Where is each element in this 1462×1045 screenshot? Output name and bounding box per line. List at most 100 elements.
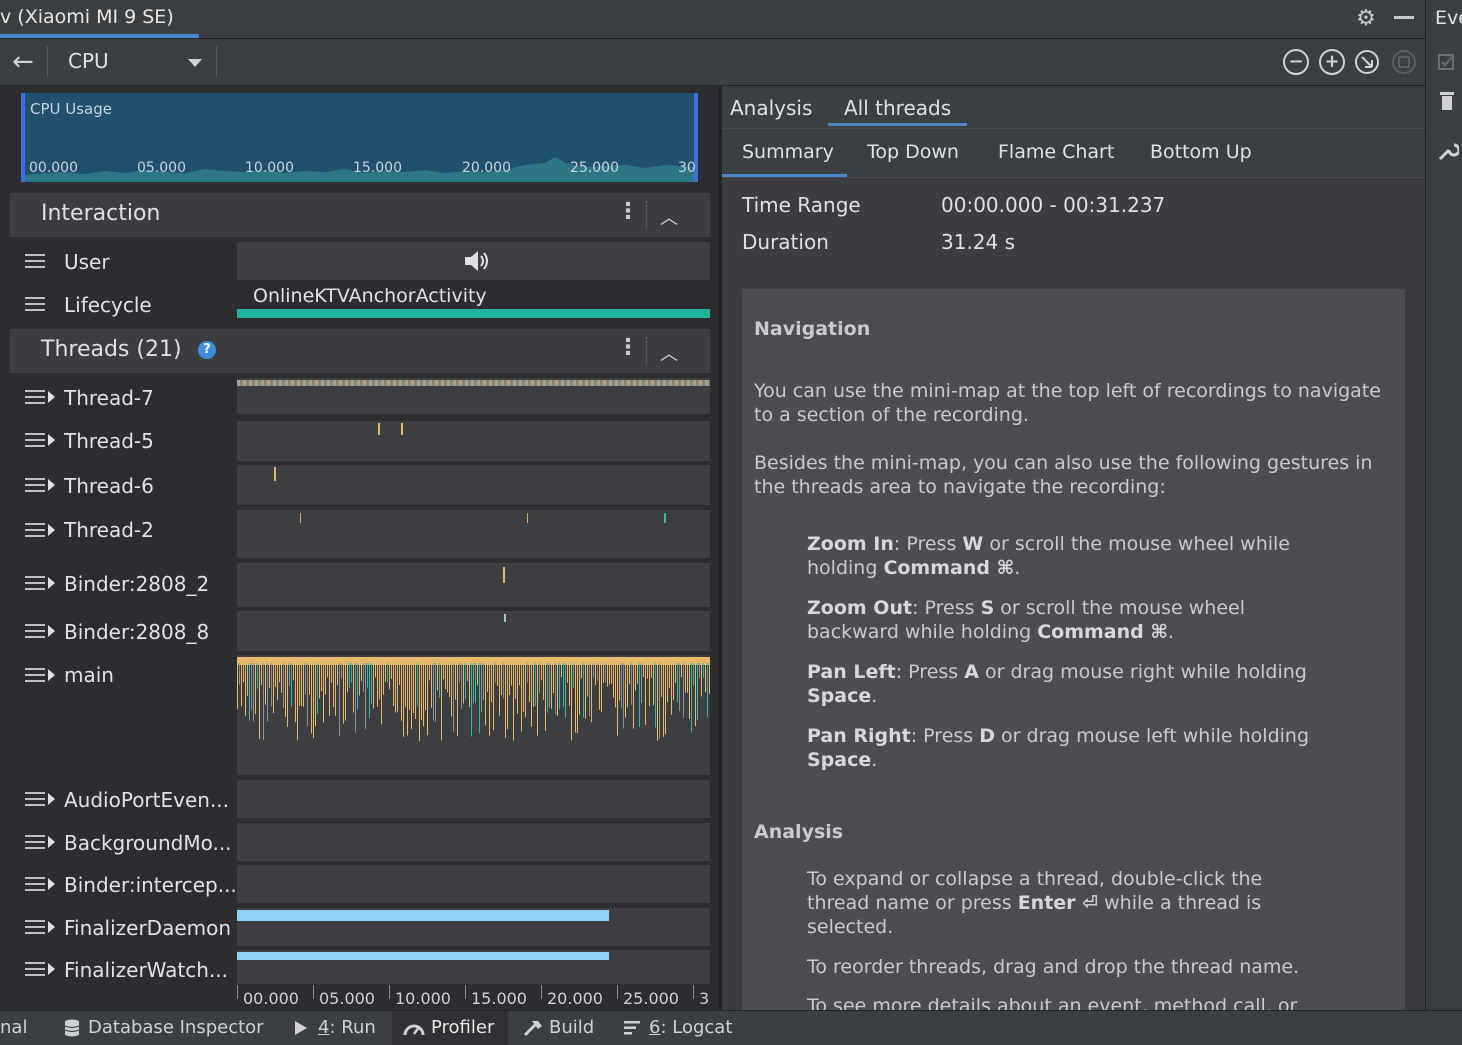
minimize-icon[interactable] <box>1394 16 1414 19</box>
collapse-icon[interactable]: ︿ <box>660 340 678 366</box>
thread-event[interactable] <box>378 423 380 435</box>
thread-row[interactable]: FinalizerWatch... <box>10 950 236 988</box>
finalizer-daemon-bar[interactable] <box>237 910 609 921</box>
interaction-section-header[interactable]: Interaction ⋮ ︿ <box>10 193 710 237</box>
checklist-icon[interactable] <box>1437 52 1457 72</box>
kebab-menu-icon[interactable]: ⋮ <box>617 335 639 360</box>
thread-row[interactable]: FinalizerDaemon <box>10 908 236 948</box>
question-icon[interactable]: ? <box>198 341 216 359</box>
thread-row[interactable]: Thread-2 <box>10 510 236 552</box>
drag-handle-icon[interactable] <box>25 835 45 849</box>
expand-triangle-icon[interactable] <box>48 577 55 589</box>
expand-triangle-icon[interactable] <box>48 836 55 848</box>
lifecycle-bar[interactable] <box>237 309 710 318</box>
thread-row[interactable]: Binder:2808_2 <box>10 563 236 605</box>
thread-event[interactable] <box>274 467 276 481</box>
expand-triangle-icon[interactable] <box>48 921 55 933</box>
thread-row[interactable]: main <box>10 655 236 775</box>
user-track[interactable] <box>237 242 710 280</box>
drag-handle-icon[interactable] <box>25 624 45 638</box>
expand-triangle-icon[interactable] <box>48 625 55 637</box>
drag-handle-icon[interactable] <box>25 433 45 447</box>
expand-triangle-icon[interactable] <box>48 878 55 890</box>
thread-track[interactable] <box>237 378 710 414</box>
collapse-icon[interactable]: ︿ <box>660 204 678 230</box>
thread-event[interactable] <box>504 614 506 622</box>
threads-section-header[interactable]: Threads (21) ? ⋮ ︿ <box>10 329 710 373</box>
profiler-select[interactable]: CPU <box>68 49 109 73</box>
thread-event[interactable] <box>664 513 666 523</box>
profiler-tool-tab[interactable]: Profiler <box>431 1017 494 1038</box>
drag-handle-icon[interactable] <box>25 877 45 891</box>
terminal-tool-tab[interactable]: nal <box>0 1017 27 1038</box>
zoom-in-icon[interactable]: + <box>1319 49 1345 75</box>
thread-track[interactable] <box>237 421 710 461</box>
thread-row[interactable]: Binder:2808_8 <box>10 611 236 653</box>
cpu-usage-minimap[interactable]: CPU Usage 00.000 05.000 10.000 15.000 20… <box>21 93 698 182</box>
thread-track[interactable] <box>237 823 710 861</box>
tab-analysis[interactable]: Analysis <box>730 96 812 120</box>
drag-handle-icon[interactable] <box>25 668 45 682</box>
tab-top-down[interactable]: Top Down <box>867 141 959 163</box>
thread-track[interactable] <box>237 510 710 558</box>
drag-handle-icon[interactable] <box>25 478 45 492</box>
expand-triangle-icon[interactable] <box>48 391 55 403</box>
arrow-left-icon[interactable]: ← <box>12 47 34 77</box>
expand-triangle-icon[interactable] <box>48 963 55 975</box>
drag-handle-icon[interactable] <box>25 254 45 268</box>
thread-track[interactable] <box>237 865 710 903</box>
tab-summary[interactable]: Summary <box>742 141 834 163</box>
thread-row[interactable]: BackgroundMo... <box>10 823 236 863</box>
drag-handle-icon[interactable] <box>25 962 45 976</box>
thread-row[interactable]: Thread-6 <box>10 465 236 507</box>
tab-bottom-up[interactable]: Bottom Up <box>1150 141 1252 163</box>
thread-track[interactable] <box>237 465 710 505</box>
thread-track-main[interactable] <box>237 655 710 775</box>
drag-handle-icon[interactable] <box>25 920 45 934</box>
thread-row[interactable]: Binder:intercep... <box>10 865 237 905</box>
thread-row[interactable]: Thread-7 <box>10 378 236 418</box>
thread-event[interactable] <box>527 513 528 523</box>
gear-icon[interactable]: ⚙ <box>1353 6 1379 32</box>
thread-event[interactable] <box>401 423 403 435</box>
expand-triangle-icon[interactable] <box>48 479 55 491</box>
expand-triangle-icon[interactable] <box>48 793 55 805</box>
logcat-tool-tab[interactable]: 6: Logcat <box>649 1017 732 1038</box>
expand-triangle-icon[interactable] <box>48 669 55 681</box>
wrench-icon[interactable] <box>1437 140 1459 162</box>
drag-handle-icon[interactable] <box>25 390 45 404</box>
expand-triangle-icon[interactable] <box>48 434 55 446</box>
thread-track[interactable] <box>237 780 710 818</box>
chevron-down-icon[interactable] <box>188 59 202 67</box>
run-tool-tab[interactable]: 4: Run <box>318 1017 376 1038</box>
tab-flame-chart[interactable]: Flame Chart <box>998 141 1114 163</box>
run-icon <box>295 1021 307 1035</box>
reset-zoom-icon[interactable] <box>1354 49 1380 75</box>
build-tool-tab[interactable]: Build <box>549 1017 594 1038</box>
thread-event[interactable] <box>503 567 505 583</box>
trash-icon[interactable] <box>1438 90 1456 112</box>
drag-handle-icon[interactable] <box>25 792 45 806</box>
thread-track[interactable] <box>237 950 710 984</box>
database-inspector-tab[interactable]: Database Inspector <box>88 1017 264 1038</box>
kebab-menu-icon[interactable]: ⋮ <box>617 199 639 224</box>
thread-event[interactable] <box>300 513 301 523</box>
thread-track[interactable] <box>237 563 710 607</box>
interaction-row-user[interactable]: User <box>10 242 236 280</box>
thread-row[interactable]: Thread-5 <box>10 421 236 461</box>
main-activity-stroke <box>385 663 386 683</box>
thread-track[interactable] <box>237 908 710 946</box>
expand-triangle-icon[interactable] <box>48 524 55 536</box>
thread-track[interactable] <box>237 611 710 651</box>
drag-handle-icon[interactable] <box>25 523 45 537</box>
thread-row[interactable]: AudioPortEven... <box>10 780 236 820</box>
attach-icon[interactable] <box>1391 49 1417 75</box>
event-log-tab[interactable]: Eve <box>1435 7 1462 29</box>
drag-handle-icon[interactable] <box>25 576 45 590</box>
drag-handle-icon[interactable] <box>25 297 45 311</box>
tab-all-threads[interactable]: All threads <box>844 96 951 120</box>
lifecycle-track[interactable]: OnlineKTVAnchorActivity <box>237 284 710 320</box>
finalizer-watchdog-bar[interactable] <box>237 952 609 960</box>
interaction-row-lifecycle[interactable]: Lifecycle <box>10 284 236 324</box>
zoom-out-icon[interactable]: − <box>1283 49 1309 75</box>
